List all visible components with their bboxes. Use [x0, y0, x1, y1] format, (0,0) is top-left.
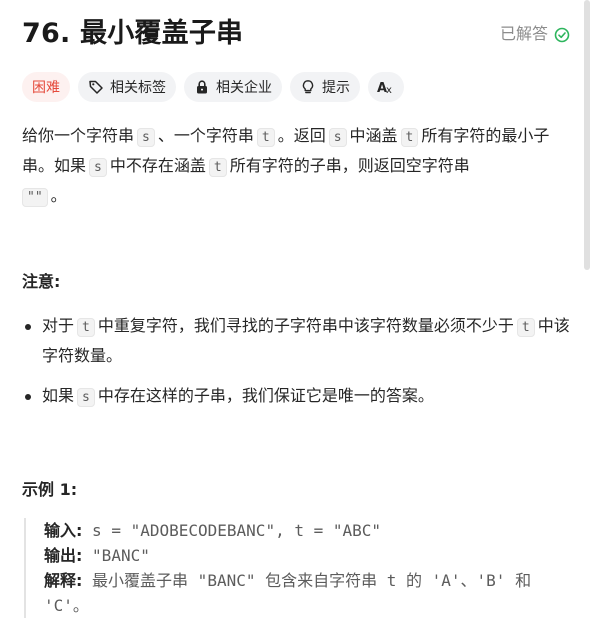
inline-code: s [328, 128, 347, 147]
example-explanation-line: 解释: 最小覆盖子串 "BANC" 包含来自字符串 t 的 'A'、'B' 和 … [44, 568, 584, 618]
notes-list: 对于 t 中重复字符，我们寻找的子字符串中该字符数量必须不少于 t 中该字符数量。 如果… [22, 312, 570, 424]
list-item: 对于 t 中重复字符，我们寻找的子字符串中该字符数量必须不少于 t 中该字符数量。 [22, 312, 570, 370]
problem-description-panel: 76. 最小覆盖子串 已解答 困难 相关标签 相关企业 提示 A x 给你一个字… [0, 0, 592, 637]
problem-title[interactable]: 76. 最小覆盖子串 [22, 14, 243, 54]
list-item: 如果 s 中存在这样的子串，我们保证它是唯一的答案。 [22, 382, 570, 412]
font-toggle-button[interactable]: A x [368, 72, 404, 102]
solved-label: 已解答 [499, 24, 548, 43]
inline-code: t [256, 128, 275, 147]
output-value: "BANC" [92, 546, 150, 565]
problem-statement: 给你一个字符串 s 、一个字符串 t 。返回 s 中涵盖 t 所有字符的最小子串。如果 s 中不存在… [22, 122, 570, 212]
statement-paragraph: 给你一个字符串 s 、一个字符串 t 。返回 s 中涵盖 t 所有字符的最小子串。如果 s 中不存在… [22, 122, 570, 212]
text-segment: 中涵盖 [349, 126, 398, 145]
inline-code: t [77, 318, 95, 337]
input-label: 输入: [44, 521, 83, 540]
example-block: 输入: s = "ADOBECODEBANC", t = "ABC" 输出: "… [24, 518, 584, 618]
text-segment: 。返回 [277, 126, 326, 145]
input-value: s = "ADOBECODEBANC", t = "ABC" [92, 521, 382, 540]
inline-code: "" [22, 188, 48, 207]
scrollbar[interactable] [584, 0, 590, 270]
explanation-value: 最小覆盖子串 "BANC" 包含来自字符串 t 的 'A'、'B' 和 'C'。 [44, 571, 532, 615]
solved-status: 已解答 [500, 22, 570, 46]
text-segment: 中存在这样的子串，我们保证它是唯一的答案。 [97, 386, 434, 405]
example-output-line: 输出: "BANC" [44, 543, 584, 568]
inline-code: t [400, 128, 419, 147]
svg-text:x: x [386, 85, 392, 95]
tag-icon [88, 79, 104, 95]
text-segment: 如果 [42, 386, 75, 405]
example-input-line: 输入: s = "ADOBECODEBANC", t = "ABC" [44, 518, 584, 543]
text-segment: 、一个字符串 [157, 126, 254, 145]
text-segment: 给你一个字符串 [22, 126, 135, 145]
example-heading: 示例 1: [22, 480, 78, 499]
notes-heading: 注意: [22, 272, 61, 291]
explanation-label: 解释: [44, 571, 83, 590]
hint-button[interactable]: 提示 [290, 72, 360, 102]
inline-code: s [137, 128, 155, 147]
text-segment: 。 [50, 186, 67, 205]
inline-code: s [77, 388, 95, 407]
hint-label: 提示 [322, 80, 350, 96]
inline-code: t [516, 318, 535, 337]
inline-code: t [208, 158, 227, 177]
difficulty-badge[interactable]: 困难 [22, 72, 70, 102]
lock-icon [194, 79, 210, 95]
translate-font-icon: A x [377, 79, 395, 95]
title-row: 76. 最小覆盖子串 已解答 [22, 14, 570, 54]
lightbulb-icon [300, 79, 316, 95]
related-companies-label: 相关企业 [216, 80, 272, 96]
inline-code: s [89, 158, 107, 177]
text-segment: 中重复字符，我们寻找的子字符串中该字符数量必须不少于 [97, 316, 514, 335]
related-companies-button[interactable]: 相关企业 [184, 72, 282, 102]
text-segment: 中不存在涵盖 [109, 156, 206, 175]
related-tags-button[interactable]: 相关标签 [78, 72, 176, 102]
text-segment: 所有字符的子串，则返回空字符串 [229, 156, 470, 175]
text-segment: 对于 [42, 316, 75, 335]
related-tags-label: 相关标签 [110, 80, 166, 96]
difficulty-label: 困难 [32, 80, 60, 96]
check-circle-icon [554, 26, 570, 43]
output-label: 输出: [44, 546, 83, 565]
problem-tags: 困难 相关标签 相关企业 提示 A x [22, 72, 404, 102]
